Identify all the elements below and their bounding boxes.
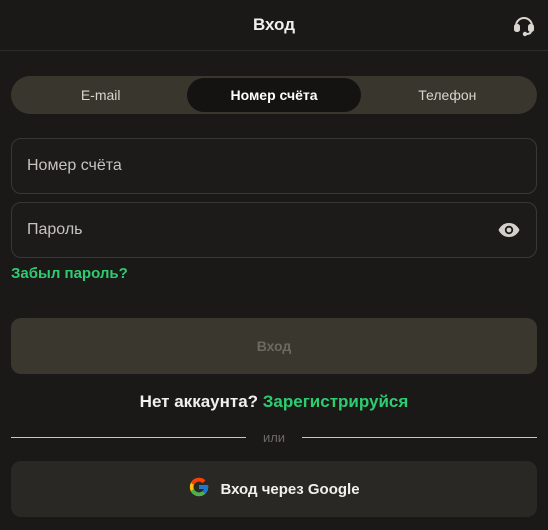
divider-label: или (262, 429, 286, 445)
account-number-input[interactable] (27, 157, 521, 175)
page-title: Вход (252, 15, 296, 34)
register-link[interactable]: Зарегистрируйся (263, 392, 409, 411)
tab-account-number[interactable]: Номер счёта (187, 78, 361, 112)
login-header: Вход (0, 0, 548, 51)
login-submit-button[interactable]: Вход (11, 318, 537, 374)
account-number-field (11, 138, 537, 194)
register-prompt: Нет аккаунта? (139, 392, 259, 411)
google-icon (188, 476, 210, 503)
password-field (11, 202, 537, 258)
headset-icon[interactable] (510, 11, 538, 39)
tab-email[interactable]: E-mail (14, 78, 187, 112)
google-login-button[interactable]: Вход через Google (11, 461, 537, 517)
or-divider: или (11, 428, 538, 446)
register-prompt-line: Нет аккаунта? Зарегистрируйся (0, 392, 548, 412)
divider-line-left (11, 436, 246, 438)
password-input[interactable] (27, 221, 497, 239)
eye-icon[interactable] (497, 218, 521, 242)
login-method-tabs: E-mail Номер счёта Телефон (11, 76, 537, 114)
google-login-label: Вход через Google (220, 480, 360, 498)
tab-phone[interactable]: Телефон (361, 78, 534, 112)
forgot-password-link[interactable]: Забыл пароль? (11, 265, 128, 282)
divider-line-right (302, 436, 538, 438)
